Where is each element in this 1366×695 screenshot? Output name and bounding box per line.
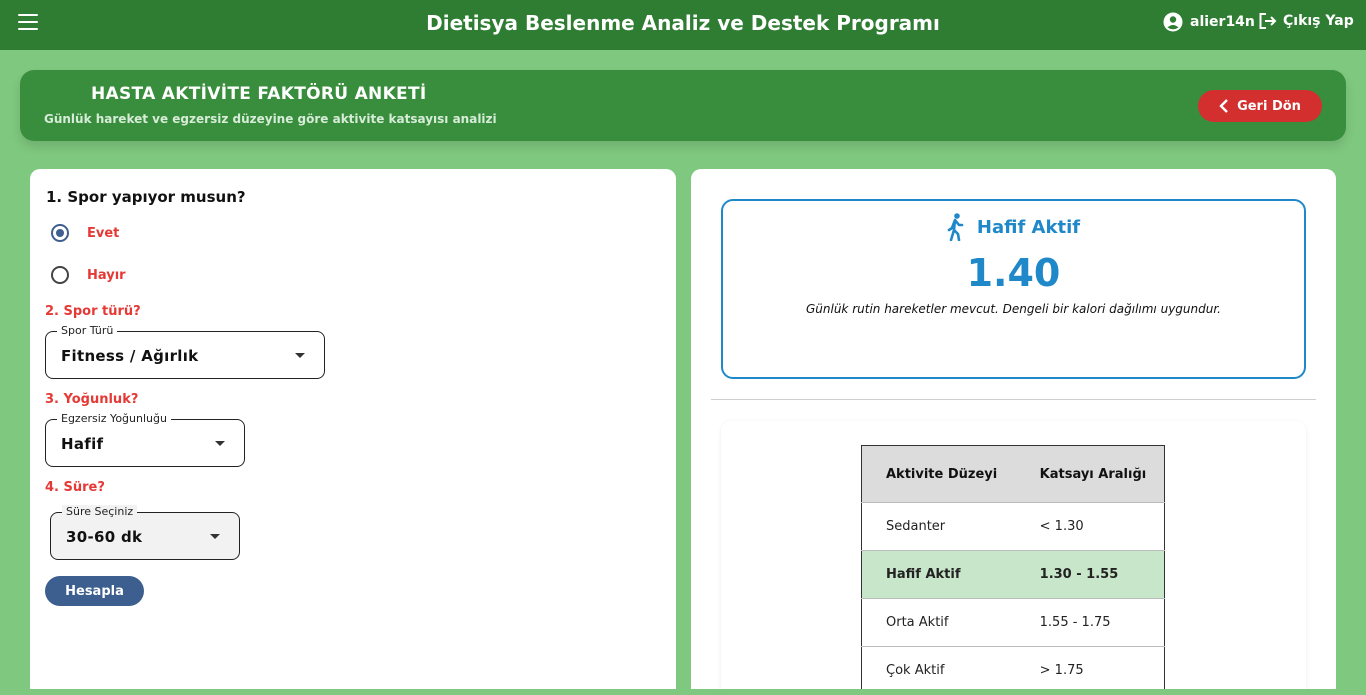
logout-icon xyxy=(1259,13,1277,29)
duration-legend: Süre Seçiniz xyxy=(62,505,138,518)
radio-no-input[interactable] xyxy=(51,266,69,284)
table-row: Çok Aktif > 1.75 xyxy=(861,646,1165,689)
username: alier14n xyxy=(1190,14,1255,30)
duration-value: 30-60 dk xyxy=(66,528,143,546)
chevron-down-icon xyxy=(210,534,220,539)
table-cell-range: 1.30 - 1.55 xyxy=(1015,550,1165,599)
radio-yes-input[interactable] xyxy=(51,224,69,242)
table-cell-level: Çok Aktif xyxy=(861,646,1016,689)
question-duration: 4. Süre? xyxy=(45,480,105,495)
activity-level-title: Hafif Aktif xyxy=(976,216,1081,238)
intensity-legend: Egzersiz Yoğunluğu xyxy=(57,412,171,425)
intensity-value: Hafif xyxy=(61,435,104,453)
result-card: Hafif Aktif 1.40 Günlük rutin hareketler… xyxy=(721,199,1306,379)
page-subtitle: Günlük hareket ve egzersiz düzeyine göre… xyxy=(44,112,497,126)
result-heading: Hafif Aktif xyxy=(723,213,1304,241)
question-sport-type: 2. Spor türü? xyxy=(45,304,141,319)
intensity-select[interactable]: Egzersiz Yoğunluğu Hafif xyxy=(45,412,245,467)
radio-option-yes[interactable]: Evet xyxy=(51,224,119,242)
walking-person-icon xyxy=(947,213,964,241)
chevron-left-icon xyxy=(1219,99,1228,113)
radio-option-no[interactable]: Hayır xyxy=(51,266,126,284)
duration-select[interactable]: Süre Seçiniz 30-60 dk xyxy=(50,505,240,560)
table-row-highlighted: Hafif Aktif 1.30 - 1.55 xyxy=(861,550,1165,599)
table-row: Orta Aktif 1.55 - 1.75 xyxy=(861,598,1165,647)
user-menu[interactable]: alier14n xyxy=(1163,12,1255,32)
table-header-level: Aktivite Düzeyi xyxy=(861,445,1016,503)
question-intensity: 3. Yoğunluk? xyxy=(45,392,139,407)
activity-factor-value: 1.40 xyxy=(966,251,1061,295)
question-sport: 1. Spor yapıyor musun? xyxy=(46,188,246,206)
back-button[interactable]: Geri Dön xyxy=(1198,90,1322,122)
survey-form-panel: 1. Spor yapıyor musun? Evet Hayır 2. Spo… xyxy=(30,169,676,689)
calculate-button[interactable]: Hesapla xyxy=(45,576,144,606)
table-cell-range: > 1.75 xyxy=(1015,646,1165,689)
logout-button[interactable]: Çıkış Yap xyxy=(1259,13,1354,29)
logout-label: Çıkış Yap xyxy=(1283,13,1354,29)
chevron-down-icon xyxy=(295,353,305,358)
sport-type-legend: Spor Türü xyxy=(57,324,118,337)
page-header-banner: HASTA AKTİVİTE FAKTÖRÜ ANKETİ Günlük har… xyxy=(20,70,1346,141)
chevron-down-icon xyxy=(215,441,225,446)
table-cell-level: Sedanter xyxy=(861,502,1016,551)
table-cell-range: 1.55 - 1.75 xyxy=(1015,598,1165,647)
table-header-range: Katsayı Aralığı xyxy=(1015,445,1165,503)
activity-factor-table: Aktivite Düzeyi Katsayı Aralığı Sedanter… xyxy=(861,445,1165,689)
divider xyxy=(711,399,1316,400)
table-cell-level: Orta Aktif xyxy=(861,598,1016,647)
result-panel: Hafif Aktif 1.40 Günlük rutin hareketler… xyxy=(691,169,1336,689)
table-row: Sedanter < 1.30 xyxy=(861,502,1165,551)
table-cell-level: Hafif Aktif xyxy=(861,550,1016,599)
page-title: HASTA AKTİVİTE FAKTÖRÜ ANKETİ xyxy=(91,84,427,104)
table-header-row: Aktivite Düzeyi Katsayı Aralığı xyxy=(861,445,1165,503)
app-title: Dietisya Beslenme Analiz ve Destek Progr… xyxy=(426,11,940,35)
radio-yes-label: Evet xyxy=(87,225,120,241)
activity-table-card: Aktivite Düzeyi Katsayı Aralığı Sedanter… xyxy=(721,421,1306,689)
activity-description: Günlük rutin hareketler mevcut. Dengeli … xyxy=(805,302,1221,316)
app-bar: Dietisya Beslenme Analiz ve Destek Progr… xyxy=(0,0,1366,50)
account-circle-icon xyxy=(1163,12,1183,32)
radio-no-label: Hayır xyxy=(87,267,126,283)
back-button-label: Geri Dön xyxy=(1237,98,1301,114)
sport-type-select[interactable]: Spor Türü Fitness / Ağırlık xyxy=(45,324,325,379)
table-cell-range: < 1.30 xyxy=(1015,502,1165,551)
sport-type-value: Fitness / Ağırlık xyxy=(61,347,199,365)
